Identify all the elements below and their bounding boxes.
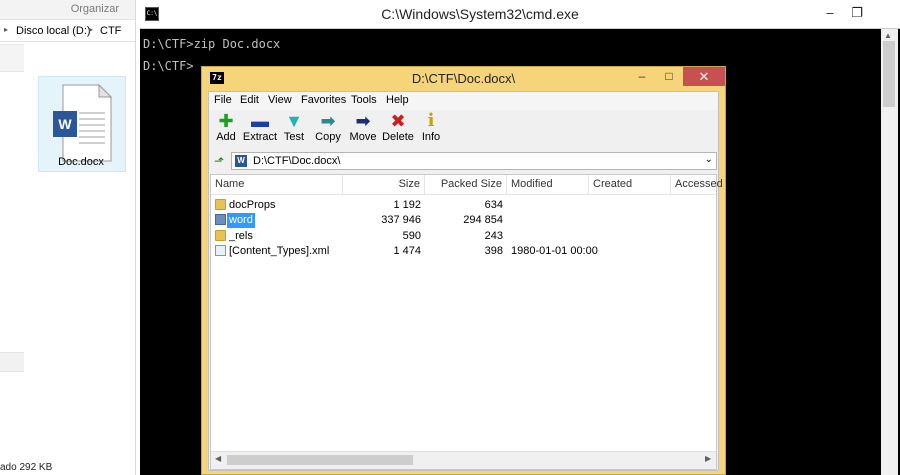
cmd-vertical-scrollbar[interactable]: ▲ (881, 29, 898, 475)
scroll-right-arrow-icon[interactable]: ▶ (705, 454, 711, 463)
minimize-icon[interactable]: – (815, 2, 845, 24)
xml-file-icon (215, 245, 226, 256)
menu-edit[interactable]: Edit (240, 94, 259, 106)
minus-icon: ▬ (251, 111, 269, 131)
7zip-window: 7z D:\CTF\Doc.docx\ – □ ✕ File Edit View… (201, 66, 726, 475)
explorer-address-bar[interactable]: ▸ Disco local (D:) ▸ CTF (0, 20, 135, 42)
column-header-size[interactable]: Size (343, 175, 425, 194)
cmd-titlebar[interactable]: C:\ C:\Windows\System32\cmd.exe – ❐ (140, 0, 900, 29)
column-header-modified[interactable]: Modified (507, 175, 589, 194)
menu-bar: File Edit View Favorites Tools Help (209, 92, 718, 110)
extract-button[interactable]: ▬ Extract (242, 111, 278, 151)
toolbar: ✚ Add ▬ Extract ▼ Test ➡ Copy ➡ Move ✖ D… (209, 111, 718, 151)
menu-tools[interactable]: Tools (351, 94, 377, 106)
word-file-icon: W (235, 155, 247, 167)
scrollbar-thumb[interactable] (227, 455, 413, 465)
chevron-down-icon[interactable]: ⌄ (705, 154, 713, 165)
svg-text:W: W (58, 116, 72, 132)
folder-icon (215, 199, 226, 210)
explorer-status-bar: ado 292 KB (0, 462, 53, 473)
explorer-ribbon: Organizar (0, 0, 135, 20)
column-header-name[interactable]: Name (211, 175, 343, 194)
file-name-label: Doc.docx (58, 156, 104, 168)
info-button[interactable]: i Info (417, 111, 445, 151)
maximize-icon[interactable]: ❐ (842, 2, 872, 24)
breadcrumb-chevron-icon: ▸ (4, 25, 9, 34)
list-header: Name Size Packed Size Modified Created A… (211, 175, 723, 195)
organize-menu[interactable]: Organizar (71, 3, 119, 15)
menu-view[interactable]: View (268, 94, 292, 106)
test-button[interactable]: ▼ Test (279, 111, 309, 151)
list-item-selected[interactable]: word 337 946 294 854 (211, 213, 716, 228)
menu-favorites[interactable]: Favorites (301, 94, 346, 106)
folder-up-icon[interactable]: ⬏ (212, 154, 226, 168)
minimize-icon[interactable]: – (629, 67, 655, 85)
test-check-icon: ▼ (285, 111, 303, 131)
menu-file[interactable]: File (214, 94, 232, 106)
plus-icon: ✚ (218, 111, 234, 131)
scrollbar-thumb[interactable] (883, 41, 895, 107)
explorer-window: Organizar ▸ Disco local (D:) ▸ CTF W Doc… (0, 0, 136, 475)
copy-button[interactable]: ➡ Copy (312, 111, 344, 151)
navigation-pane-segment (0, 352, 24, 372)
scroll-left-arrow-icon[interactable]: ◀ (215, 454, 221, 463)
scroll-up-arrow-icon[interactable]: ▲ (884, 31, 892, 40)
add-button[interactable]: ✚ Add (211, 111, 241, 151)
breadcrumb-folder[interactable]: CTF (100, 25, 121, 37)
delete-button[interactable]: ✖ Delete (381, 111, 415, 151)
folder-icon (215, 214, 226, 225)
horizontal-scrollbar[interactable]: ◀ ▶ (211, 451, 716, 469)
list-item[interactable]: docProps 1 192 634 (211, 198, 716, 213)
address-bar: ⬏ W D:\CTF\Doc.docx\ ⌄ (209, 152, 718, 172)
column-header-accessed[interactable]: Accessed (671, 175, 723, 194)
7zip-titlebar[interactable]: 7z D:\CTF\Doc.docx\ – □ ✕ (202, 67, 725, 89)
address-text: D:\CTF\Doc.docx\ (253, 155, 341, 167)
move-button[interactable]: ➡ Move (346, 111, 380, 151)
address-input[interactable]: W D:\CTF\Doc.docx\ ⌄ (231, 152, 717, 170)
breadcrumb-chevron-icon: ▸ (89, 25, 94, 34)
column-header-packed-size[interactable]: Packed Size (425, 175, 507, 194)
copy-arrows-icon: ➡ (320, 111, 336, 131)
delete-x-icon: ✖ (390, 111, 406, 131)
column-header-created[interactable]: Created (589, 175, 671, 194)
7zip-client-area: File Edit View Favorites Tools Help ✚ Ad… (208, 91, 723, 471)
list-item[interactable]: _rels 590 243 (211, 229, 716, 244)
console-prompt-line: D:\CTF> (143, 59, 194, 73)
breadcrumb-drive[interactable]: Disco local (D:) (16, 25, 91, 37)
console-line: D:\CTF>zip Doc.docx (143, 37, 281, 51)
file-list: Name Size Packed Size Modified Created A… (210, 174, 723, 470)
cmd-window-title: C:\Windows\System32\cmd.exe (381, 6, 579, 22)
list-item[interactable]: [Content_Types].xml 1 474 398 1980-01-01… (211, 244, 716, 259)
folder-icon (215, 230, 226, 241)
info-icon: i (427, 110, 435, 131)
close-icon[interactable]: ✕ (683, 67, 725, 86)
menu-help[interactable]: Help (386, 94, 409, 106)
navigation-pane-item[interactable] (0, 44, 24, 72)
move-arrow-icon: ➡ (355, 111, 371, 131)
maximize-icon[interactable]: □ (656, 67, 682, 85)
